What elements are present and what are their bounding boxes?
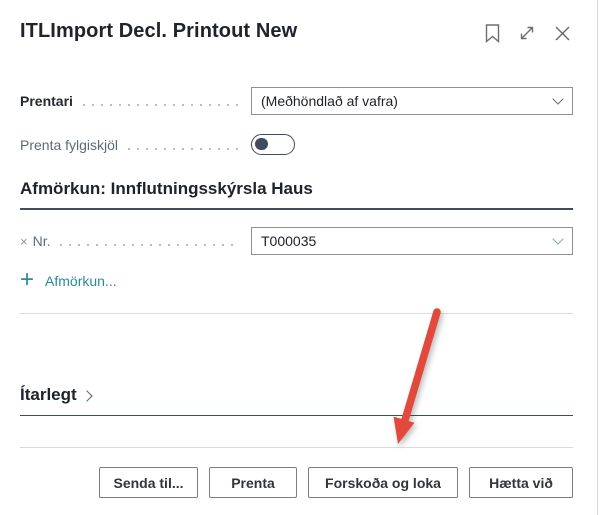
titlebar: ITLImport Decl. Printout New [20, 0, 573, 44]
page-title: ITLImport Decl. Printout New [20, 20, 297, 43]
cancel-button[interactable]: Hætta við [469, 467, 573, 498]
toggle-knob [255, 138, 268, 151]
printer-label: Prentari [20, 93, 73, 109]
preview-and-close-button[interactable]: Forskoða og loka [308, 467, 458, 498]
remove-filter-icon[interactable]: × [20, 235, 28, 248]
section-divider [20, 313, 573, 314]
add-filter-link[interactable]: + Afmörkun... [20, 272, 117, 290]
printer-field-row: Prentari (Meðhöndlað af vafra) [20, 87, 573, 115]
bookmark-icon[interactable] [481, 22, 503, 44]
send-to-button[interactable]: Senda til... [99, 467, 198, 498]
advanced-label: Ítarlegt [20, 385, 77, 405]
print-attachments-toggle[interactable] [251, 134, 295, 155]
nr-filter-value: T000035 [261, 233, 554, 249]
dotted-leader [60, 244, 239, 246]
plus-icon: + [20, 271, 34, 289]
close-icon[interactable] [551, 22, 573, 44]
printer-select[interactable]: (Meðhöndlað af vafra) [251, 87, 573, 115]
nr-filter-row: × Nr. T000035 [20, 227, 573, 255]
advanced-section-toggle[interactable]: Ítarlegt [20, 385, 573, 416]
chevron-right-icon [81, 390, 92, 401]
footer-button-bar: Senda til... Prenta Forskoða og loka Hæt… [20, 467, 573, 498]
printer-value: (Meðhöndlað af vafra) [261, 93, 554, 109]
request-page-dialog: ITLImport Decl. Printout New Prent [0, 0, 598, 515]
add-filter-label: Afmörkun... [45, 273, 117, 289]
footer-divider [20, 447, 573, 448]
nr-label: Nr. [33, 233, 51, 249]
print-attachments-row: Prenta fylgiskjöl [20, 134, 573, 155]
print-button[interactable]: Prenta [209, 467, 297, 498]
filter-section-title: Afmörkun: Innflutningsskýrsla Haus [20, 179, 573, 210]
dotted-leader [128, 148, 239, 150]
titlebar-icons [481, 20, 573, 44]
print-attachments-label: Prenta fylgiskjöl [20, 137, 118, 153]
chevron-down-icon [552, 233, 563, 244]
chevron-down-icon [552, 93, 563, 104]
nr-filter-select[interactable]: T000035 [251, 227, 573, 255]
dotted-leader [83, 104, 239, 106]
expand-icon[interactable] [516, 22, 538, 44]
